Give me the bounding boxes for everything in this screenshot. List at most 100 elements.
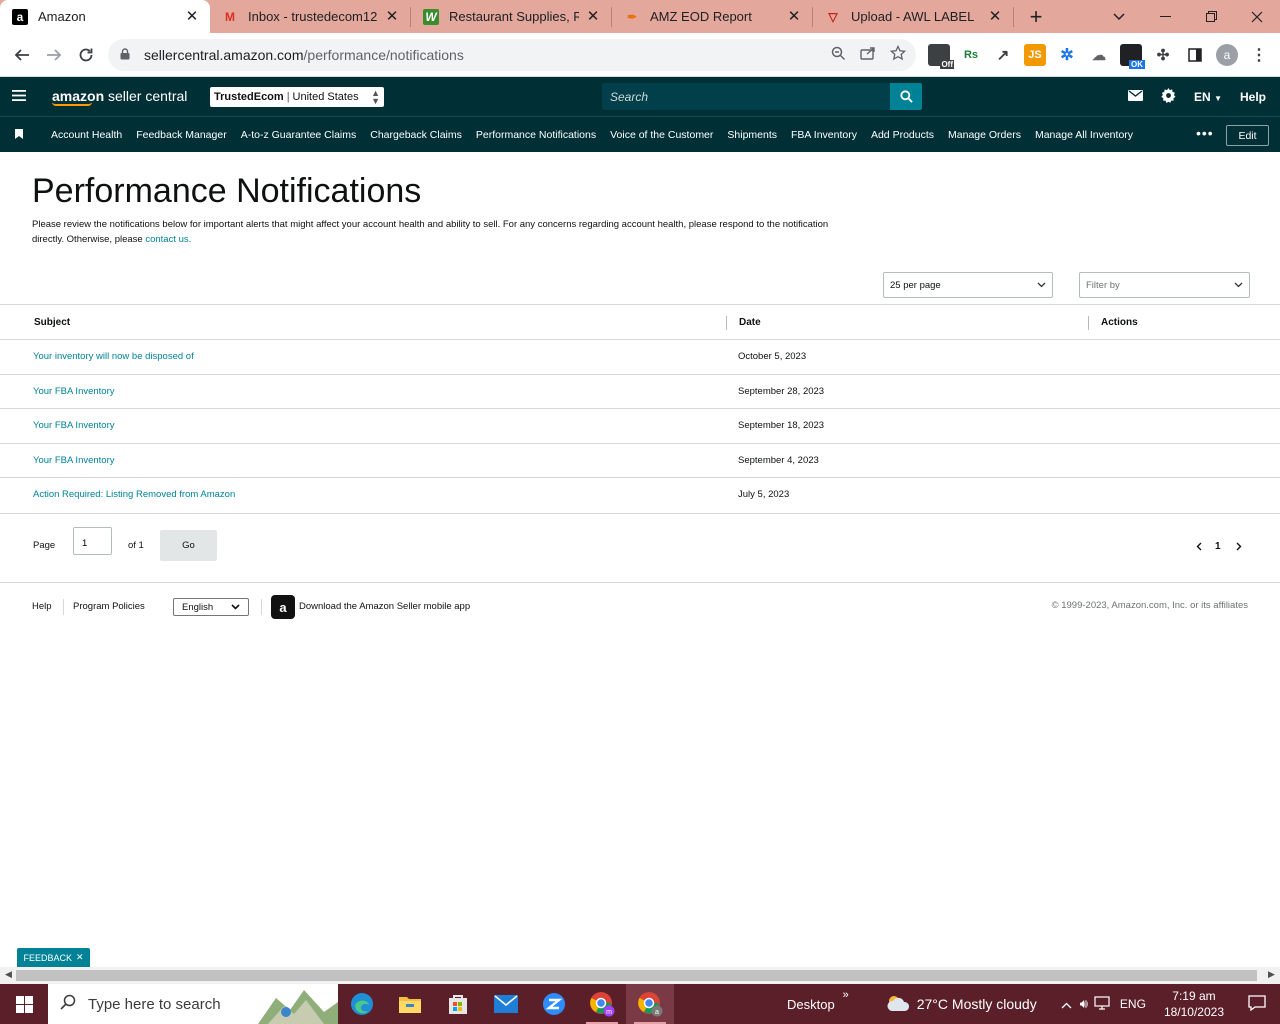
- nav-item-add-products[interactable]: Add Products: [864, 129, 941, 141]
- close-tab-icon[interactable]: ✕: [384, 8, 400, 25]
- share-icon[interactable]: [860, 46, 876, 64]
- extension-ok-icon[interactable]: OK: [1120, 44, 1145, 69]
- bookmark-icon[interactable]: [0, 128, 38, 142]
- new-tab-icon[interactable]: +: [1022, 3, 1050, 31]
- nav-item-fba-inventory[interactable]: FBA Inventory: [784, 129, 864, 141]
- nav-edit-button[interactable]: Edit: [1226, 125, 1269, 146]
- nav-item-chargeback-claims[interactable]: Chargeback Claims: [363, 129, 469, 141]
- nav-item-performance-notifications[interactable]: Performance Notifications: [469, 129, 603, 141]
- taskbar-mail-icon[interactable]: [482, 984, 530, 1024]
- scroll-right-arrow-icon[interactable]: ▶: [1268, 969, 1275, 980]
- go-button[interactable]: Go: [160, 530, 217, 561]
- help-link[interactable]: Help: [1240, 90, 1266, 104]
- taskbar-file-explorer-icon[interactable]: [386, 984, 434, 1024]
- notification-subject-link[interactable]: Your FBA Inventory: [33, 420, 115, 431]
- browser-tab-upload[interactable]: ▽ Upload - AWL LABEL ✕: [813, 0, 1013, 33]
- address-bar[interactable]: sellercentral.amazon.com/performance/not…: [108, 39, 916, 71]
- page-number-input[interactable]: [73, 527, 112, 555]
- browser-tab-eod-report[interactable]: ✒ AMZ EOD Report ✕: [612, 0, 812, 33]
- nav-item-manage-all-inventory[interactable]: Manage All Inventory: [1028, 129, 1140, 141]
- forward-arrow-icon[interactable]: [38, 39, 70, 71]
- hamburger-menu-icon[interactable]: [0, 88, 38, 106]
- per-page-select[interactable]: 25 per page: [883, 272, 1053, 298]
- weather-cloud-icon[interactable]: [885, 994, 911, 1015]
- feedback-button[interactable]: FEEDBACK ✕: [17, 948, 90, 967]
- footer-help-link[interactable]: Help: [32, 601, 52, 612]
- close-tab-icon[interactable]: ✕: [585, 8, 601, 25]
- weather-text[interactable]: 27°C Mostly cloudy: [917, 996, 1037, 1012]
- filter-by-select[interactable]: Filter by: [1079, 272, 1250, 298]
- taskbar-chrome-profile-m-icon[interactable]: m: [578, 984, 626, 1024]
- taskbar-store-icon[interactable]: [434, 984, 482, 1024]
- minimize-window-icon[interactable]: [1142, 0, 1188, 33]
- current-page-number[interactable]: 1: [1215, 541, 1221, 552]
- column-header-date[interactable]: Date: [739, 305, 761, 340]
- browser-tab-amazon[interactable]: a Amazon ✕: [0, 0, 210, 33]
- windows-start-icon[interactable]: [0, 984, 48, 1024]
- browser-tab-gmail[interactable]: M Inbox - trustedecom12@ ✕: [210, 0, 410, 33]
- tab-search-chevron-down-icon[interactable]: [1096, 0, 1142, 33]
- account-switcher[interactable]: TrustedEcom | United States ▲ ▼: [210, 87, 384, 107]
- seller-central-logo[interactable]: amazon seller central: [52, 88, 187, 106]
- footer-app-download-link[interactable]: Download the Amazon Seller mobile app: [299, 601, 470, 612]
- input-language-indicator[interactable]: ENG: [1120, 997, 1146, 1011]
- extension-off-icon[interactable]: Off: [928, 44, 954, 69]
- taskbar-edge-icon[interactable]: [338, 984, 386, 1024]
- network-icon[interactable]: [1094, 995, 1110, 1013]
- volume-icon[interactable]: 🔊︎: [1080, 996, 1088, 1012]
- horizontal-scrollbar[interactable]: ◀ ▶: [0, 967, 1280, 984]
- extension-cloud-icon[interactable]: ☁: [1088, 44, 1110, 66]
- restore-window-icon[interactable]: [1188, 0, 1234, 33]
- extension-js-icon[interactable]: JS: [1024, 44, 1046, 66]
- scrollbar-thumb[interactable]: [16, 970, 1257, 981]
- scroll-left-arrow-icon[interactable]: ◀: [5, 969, 12, 980]
- column-header-subject[interactable]: Subject: [34, 305, 70, 340]
- bookmark-star-icon[interactable]: [889, 44, 907, 65]
- seller-app-icon[interactable]: a: [271, 595, 295, 619]
- mail-icon[interactable]: [1128, 89, 1144, 104]
- desktop-toolbar[interactable]: Desktop »: [787, 989, 849, 1012]
- settings-gear-icon[interactable]: [1161, 87, 1176, 106]
- tray-chevron-up-icon[interactable]: [1061, 997, 1072, 1012]
- feedback-close-icon[interactable]: ✕: [76, 952, 84, 963]
- previous-page-chevron-icon[interactable]: [1196, 542, 1202, 554]
- language-dropdown[interactable]: EN ▼: [1194, 90, 1222, 104]
- back-arrow-icon[interactable]: [6, 39, 38, 71]
- footer-policies-link[interactable]: Program Policies: [73, 601, 145, 612]
- taskbar-chrome-profile-a-icon[interactable]: a: [626, 984, 674, 1024]
- notification-subject-link[interactable]: Action Required: Listing Removed from Am…: [33, 489, 235, 500]
- notification-center-icon[interactable]: [1248, 994, 1266, 1014]
- browser-tab-restaurant[interactable]: W Restaurant Supplies, Rest ✕: [411, 0, 611, 33]
- contact-us-link[interactable]: contact us.: [145, 234, 191, 245]
- browser-menu-kebab-icon[interactable]: ⋮: [1248, 44, 1270, 66]
- nav-item-account-health[interactable]: Account Health: [44, 129, 129, 141]
- nav-item-atoz-claims[interactable]: A-to-z Guarantee Claims: [234, 129, 364, 141]
- notification-subject-link[interactable]: Your inventory will now be disposed of: [33, 351, 194, 362]
- seller-search-input[interactable]: [602, 83, 890, 110]
- nav-item-shipments[interactable]: Shipments: [720, 129, 784, 141]
- extension-arrow-icon[interactable]: ↗: [992, 44, 1014, 66]
- profile-avatar[interactable]: a: [1216, 44, 1238, 66]
- nav-item-voice-of-customer[interactable]: Voice of the Customer: [603, 129, 720, 141]
- close-tab-icon[interactable]: ✕: [786, 8, 802, 25]
- footer-language-select[interactable]: English: [173, 598, 249, 616]
- nav-item-manage-orders[interactable]: Manage Orders: [941, 129, 1028, 141]
- close-tab-icon[interactable]: ✕: [184, 8, 200, 25]
- taskbar-search-box[interactable]: Type here to search: [48, 984, 338, 1024]
- extensions-puzzle-icon[interactable]: ✣: [1152, 44, 1174, 66]
- reload-icon[interactable]: [70, 39, 102, 71]
- nav-more-icon[interactable]: •••: [1196, 125, 1214, 141]
- extension-plugin-icon[interactable]: ✲: [1056, 44, 1078, 66]
- notification-subject-link[interactable]: Your FBA Inventory: [33, 455, 115, 466]
- close-window-icon[interactable]: [1234, 0, 1280, 33]
- zoom-magnifier-icon[interactable]: [831, 46, 846, 65]
- taskbar-zoom-icon[interactable]: [530, 984, 578, 1024]
- clock[interactable]: 7:19 am 18/10/2023: [1164, 988, 1224, 1020]
- search-button[interactable]: [890, 83, 922, 110]
- notification-subject-link[interactable]: Your FBA Inventory: [33, 386, 115, 397]
- side-panel-icon[interactable]: [1184, 44, 1206, 66]
- extension-rs-icon[interactable]: Rs: [960, 44, 982, 66]
- close-tab-icon[interactable]: ✕: [987, 8, 1003, 25]
- next-page-chevron-icon[interactable]: [1236, 542, 1242, 554]
- nav-item-feedback-manager[interactable]: Feedback Manager: [129, 129, 233, 141]
